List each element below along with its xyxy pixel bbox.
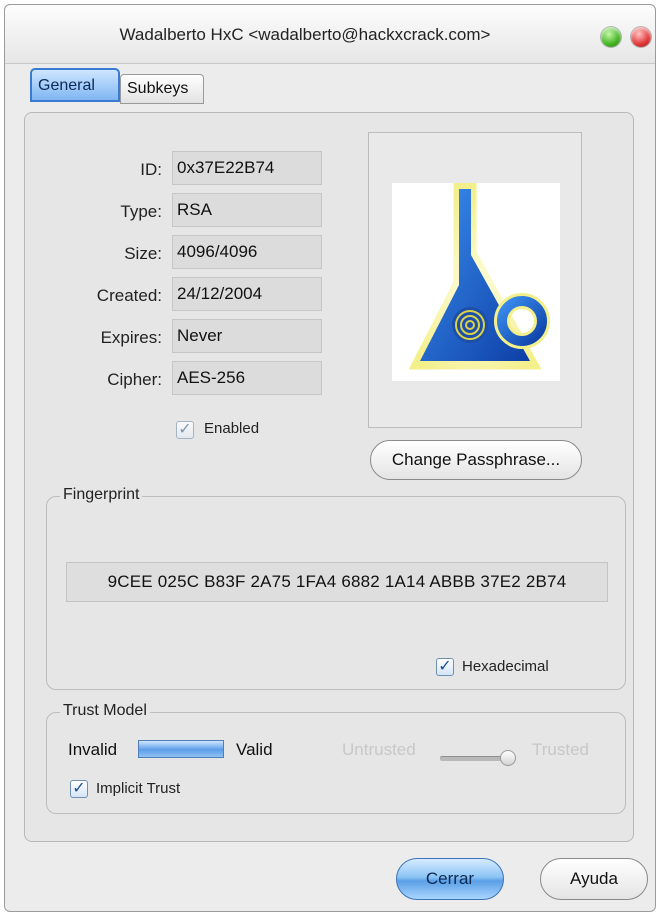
cipher-label: Cipher:: [107, 370, 162, 389]
created-value[interactable]: 24/12/2004: [172, 277, 322, 311]
created-label: Created:: [96, 286, 162, 305]
trust-slider-handle[interactable]: [500, 750, 516, 766]
cipher-value[interactable]: AES-256: [172, 361, 322, 395]
hexadecimal-label: Hexadecimal: [462, 658, 549, 675]
validity-bar: [138, 740, 224, 758]
implicit-trust-label: Implicit Trust: [96, 780, 181, 797]
type-label: Type:: [120, 202, 162, 221]
id-label: ID:: [140, 160, 162, 179]
id-value[interactable]: 0x37E22B74: [172, 151, 322, 185]
enabled-label: Enabled: [204, 420, 260, 437]
close-button[interactable]: Cerrar: [396, 858, 504, 900]
hexadecimal-checkbox[interactable]: ✓: [436, 658, 454, 676]
fingerprint-title: Fingerprint: [60, 486, 143, 504]
tab-general[interactable]: General: [30, 68, 120, 102]
help-button[interactable]: Ayuda: [540, 858, 648, 900]
trusted-label: Trusted: [532, 740, 590, 759]
size-value[interactable]: 4096/4096: [172, 235, 322, 269]
trust-model-title: Trust Model: [60, 702, 150, 720]
size-label: Size:: [124, 244, 162, 263]
close-window-button[interactable]: [631, 27, 651, 47]
expires-value[interactable]: Never: [172, 319, 322, 353]
implicit-trust-checkbox[interactable]: ✓: [70, 780, 88, 798]
fingerprint-value[interactable]: 9CEE 025C B83F 2A75 1FA4 6882 1A14 ABBB …: [66, 562, 608, 602]
window-title: Wadalberto HxC <wadalberto@hackxcrack.co…: [119, 25, 491, 44]
tab-subkeys[interactable]: Subkeys: [120, 74, 204, 104]
expires-label: Expires:: [100, 328, 162, 347]
type-value[interactable]: RSA: [172, 193, 322, 227]
title-bar[interactable]: Wadalberto HxC <wadalberto@hackxcrack.co…: [5, 5, 655, 64]
pgp-key-logo-icon: [392, 182, 560, 381]
enabled-checkbox[interactable]: ✓: [176, 421, 194, 439]
trust-model-group: [46, 712, 626, 814]
valid-label: Valid: [236, 740, 273, 759]
untrusted-label: Untrusted: [342, 740, 416, 759]
invalid-label: Invalid: [68, 740, 118, 759]
change-passphrase-button[interactable]: Change Passphrase...: [370, 440, 582, 480]
maximize-button[interactable]: [601, 27, 621, 47]
